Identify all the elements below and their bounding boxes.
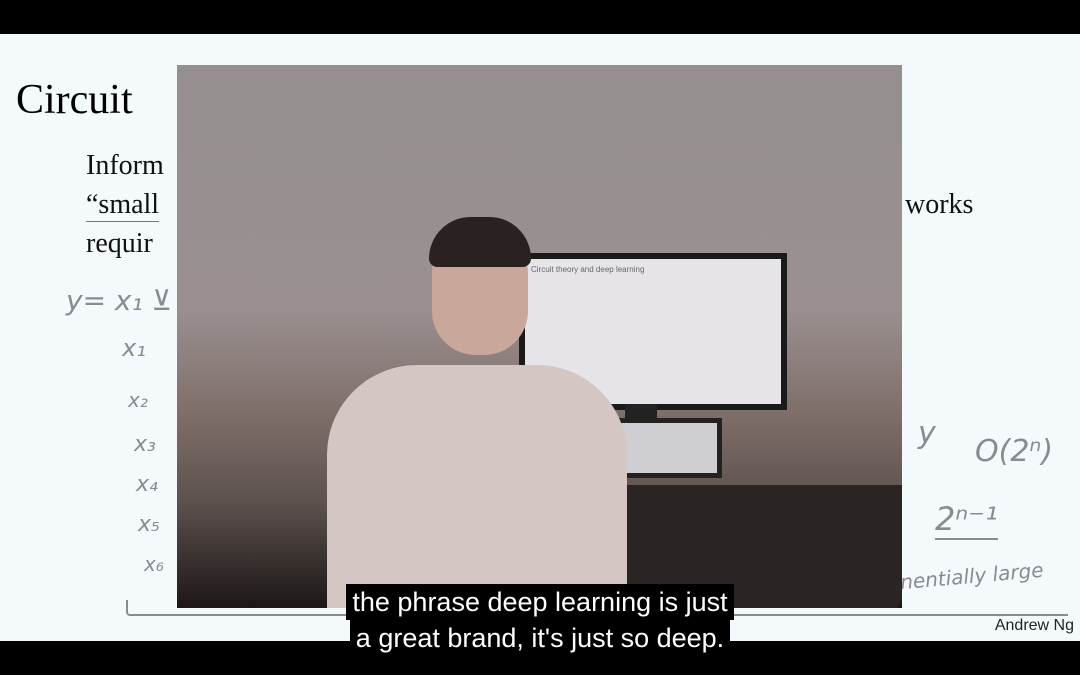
top-letterbox bbox=[0, 0, 1080, 34]
monitor-text: Circuit theory and deep learning bbox=[531, 265, 645, 274]
speaker-body bbox=[327, 365, 627, 608]
handwriting-x3: x₃ bbox=[134, 432, 156, 457]
handwriting-x5: x₅ bbox=[138, 512, 160, 537]
speaker-hair bbox=[429, 217, 531, 267]
subtitles: the phrase deep learning is just a great… bbox=[0, 584, 1080, 656]
handwriting-equation: y= x₁ ⊻ bbox=[66, 284, 173, 317]
slide-title: Circuit bbox=[16, 77, 133, 123]
slide-line-1: Inform bbox=[86, 150, 164, 181]
handwriting-x2: x₂ bbox=[128, 388, 148, 412]
handwriting-x1: x₁ bbox=[122, 334, 146, 362]
slide-line-fragment: works bbox=[905, 189, 974, 220]
handwriting-complexity: O(2ⁿ) bbox=[975, 434, 1054, 469]
slide-line-3: requir bbox=[86, 228, 153, 259]
subtitle-line-1: the phrase deep learning is just bbox=[346, 584, 734, 620]
handwriting-y: y bbox=[918, 416, 936, 451]
handwriting-x6: x₆ bbox=[144, 552, 164, 576]
speaker-video-overlay[interactable]: Circuit theory and deep learning bbox=[177, 65, 902, 608]
slide-line-2: “small bbox=[86, 189, 160, 222]
handwriting-power: 2ⁿ⁻¹ bbox=[935, 500, 998, 540]
subtitle-line-2: a great brand, it's just so deep. bbox=[349, 620, 731, 656]
handwriting-x4: x₄ bbox=[136, 472, 158, 497]
